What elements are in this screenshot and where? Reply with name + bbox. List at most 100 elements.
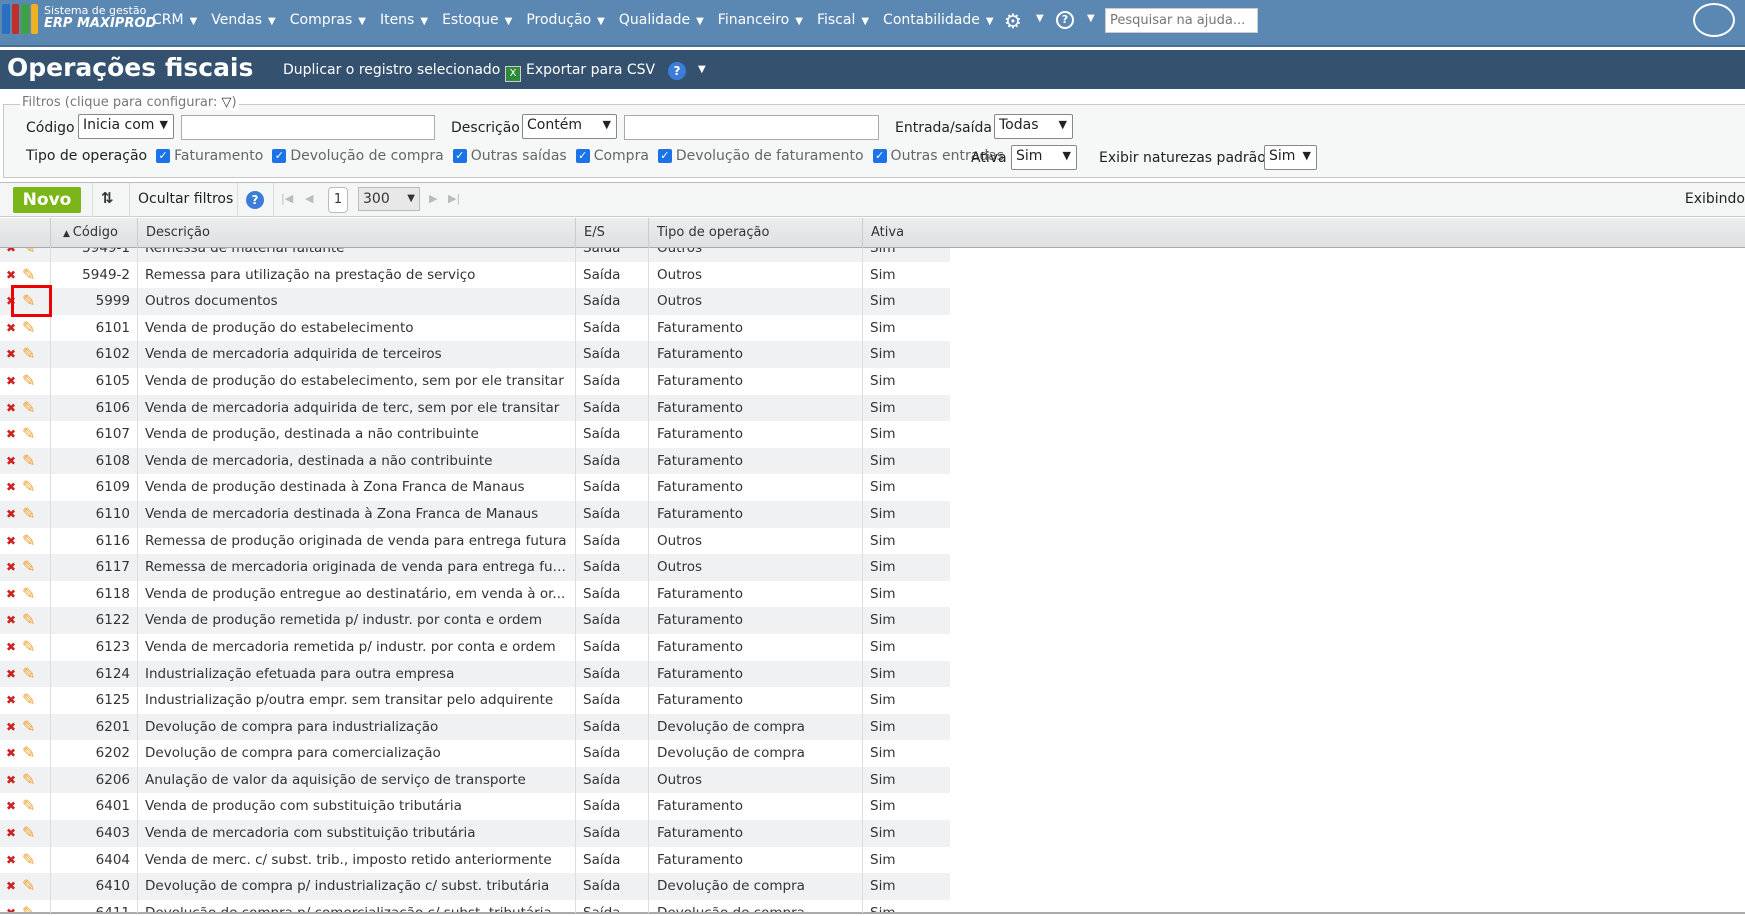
table-row[interactable]: ✖ ✎ 6102 Venda de mercadoria adquirida de t… (0, 341, 950, 368)
table-row[interactable]: ✖ ✎ 6124 Industrialização efetuada para out… (0, 660, 950, 688)
edit-pencil-icon[interactable]: ✎ (22, 767, 35, 794)
table-row[interactable]: ✖ ✎ 6117 Remessa de mercadoria originada de… (0, 554, 950, 581)
edit-pencil-icon[interactable]: ✎ (22, 607, 35, 634)
menu-vendas[interactable]: Vendas ▼ (211, 12, 275, 28)
table-row[interactable]: ✖ ✎ 6403 Venda de mercadoria com substituiç… (0, 820, 950, 847)
column-header-ativa[interactable]: Ativa (862, 218, 1745, 248)
table-row[interactable]: ✖ ✎ 6122 Venda de produção remetida p/ indu… (0, 607, 950, 634)
edit-pencil-icon[interactable]: ✎ (22, 421, 35, 448)
checkbox-tipo[interactable]: ✓ (156, 149, 171, 163)
column-header-descricao[interactable]: Descrição (137, 218, 575, 248)
table-row[interactable]: ✖ ✎ 6401 Venda de produção com substituição… (0, 793, 950, 821)
table-row[interactable]: ✖ ✎ 6116 Remessa de produção originada de v… (0, 527, 950, 555)
table-row[interactable]: ✖ ✎ 6201 Devolução de compra para industria… (0, 713, 950, 741)
delete-icon[interactable]: ✖ (6, 634, 16, 661)
edit-pencil-icon[interactable]: ✎ (22, 847, 35, 874)
menu-qualidade[interactable]: Qualidade ▼ (619, 12, 704, 28)
column-header-tipo[interactable]: Tipo de operação (648, 218, 862, 248)
table-row[interactable]: ✖ ✎ 6106 Venda de mercadoria adquirida de t… (0, 394, 950, 422)
checkbox-tipo[interactable]: ✓ (657, 149, 672, 163)
menu-produção[interactable]: Produção ▼ (526, 12, 605, 28)
table-row[interactable]: ✖ ✎ 6107 Venda de produção, destinada a não… (0, 421, 950, 448)
edit-pencil-icon[interactable]: ✎ (22, 820, 35, 847)
table-row[interactable]: ✖ ✎ 5949-2 Remessa para utilização na prest… (0, 261, 950, 289)
edit-pencil-icon[interactable]: ✎ (22, 581, 35, 608)
menu-financeiro[interactable]: Financeiro ▼ (718, 12, 803, 28)
help-icon[interactable]: ? (246, 191, 264, 209)
chevron-down-icon[interactable]: ▼ (1036, 13, 1044, 24)
edit-pencil-icon[interactable]: ✎ (22, 368, 35, 395)
gear-icon[interactable]: ⚙ (1004, 9, 1022, 33)
erp-logo-icon[interactable] (2, 4, 38, 34)
chevron-down-icon[interactable]: ▼ (698, 64, 706, 75)
delete-icon[interactable]: ✖ (6, 501, 16, 528)
page-number-input[interactable]: 1 (328, 187, 348, 213)
table-row[interactable]: ✖ ✎ 6108 Venda de mercadoria, destinada a n… (0, 447, 950, 475)
table-row[interactable]: ✖ ✎ 6410 Devolução de compra p/ industriali… (0, 873, 950, 900)
delete-icon[interactable]: ✖ (6, 474, 16, 501)
menu-compras[interactable]: Compras ▼ (290, 12, 366, 28)
table-row[interactable]: ✖ ✎ 6125 Industrialização p/outra empr. sem… (0, 687, 950, 714)
edit-pencil-icon[interactable]: ✎ (22, 687, 35, 714)
delete-icon[interactable]: ✖ (6, 607, 16, 634)
help-icon[interactable]: ? (668, 62, 686, 80)
delete-icon[interactable]: ✖ (6, 820, 16, 847)
menu-fiscal[interactable]: Fiscal ▼ (817, 12, 869, 28)
logo-text[interactable]: Sistema de gestão ERP MAXIPROD (44, 4, 156, 30)
table-row[interactable]: ✖ ✎ 6202 Devolução de compra para comercial… (0, 740, 950, 767)
delete-icon[interactable]: ✖ (6, 873, 16, 900)
column-header-codigo[interactable]: ▲ Código (50, 218, 138, 248)
edit-pencil-icon[interactable]: ✎ (22, 661, 35, 688)
edit-pencil-icon[interactable]: ✎ (22, 448, 35, 475)
menu-contabilidade[interactable]: Contabilidade ▼ (883, 12, 994, 28)
edit-pencil-icon[interactable]: ✎ (22, 793, 35, 820)
delete-icon[interactable]: ✖ (6, 448, 16, 475)
descricao-input[interactable] (624, 115, 879, 140)
next-page-icon[interactable]: ▶ (429, 192, 437, 205)
delete-icon[interactable]: ✖ (6, 341, 16, 368)
edit-pencil-icon[interactable]: ✎ (22, 634, 35, 661)
new-button[interactable]: Novo (13, 187, 81, 213)
codigo-mode-select[interactable]: Inicia com ▼ (78, 114, 174, 139)
checkbox-tipo[interactable]: ✓ (452, 149, 467, 163)
checkbox-tipo[interactable]: ✓ (272, 149, 287, 163)
delete-icon[interactable]: ✖ (6, 368, 16, 395)
delete-icon[interactable]: ✖ (6, 767, 16, 794)
table-row[interactable]: ✖ ✎ 6118 Venda de produção entregue ao dest… (0, 580, 950, 608)
naturezas-select[interactable]: Sim ▼ (1264, 145, 1317, 170)
codigo-input[interactable] (181, 115, 435, 140)
duplicate-record-button[interactable]: Duplicar o registro selecionado (283, 62, 500, 78)
delete-icon[interactable]: ✖ (6, 740, 16, 767)
delete-icon[interactable]: ✖ (6, 793, 16, 820)
help-icon[interactable]: ? (1056, 11, 1074, 29)
ativa-select[interactable]: Sim ▼ (1011, 145, 1077, 170)
help-search-input[interactable] (1105, 8, 1258, 33)
delete-icon[interactable]: ✖ (6, 661, 16, 688)
delete-icon[interactable]: ✖ (6, 847, 16, 874)
checkbox-tipo[interactable]: ✓ (575, 149, 590, 163)
delete-icon[interactable]: ✖ (6, 687, 16, 714)
entrada-saida-select[interactable]: Todas ▼ (994, 114, 1073, 139)
menu-estoque[interactable]: Estoque ▼ (442, 12, 512, 28)
menu-crm[interactable]: CRM ▼ (152, 12, 197, 28)
edit-pencil-icon[interactable]: ✎ (22, 714, 35, 741)
edit-pencil-icon[interactable]: ✎ (22, 873, 35, 900)
delete-icon[interactable]: ✖ (6, 395, 16, 422)
page-size-select[interactable]: 300 ▼ (358, 187, 420, 211)
delete-icon[interactable]: ✖ (6, 421, 16, 448)
edit-pencil-icon[interactable]: ✎ (22, 554, 35, 581)
checkbox-tipo[interactable]: ✓ (872, 149, 887, 163)
edit-pencil-icon[interactable]: ✎ (22, 740, 35, 767)
chevron-down-icon[interactable]: ▼ (1087, 13, 1095, 24)
table-row[interactable]: ✖ ✎ 6206 Anulação de valor da aquisição de … (0, 766, 950, 794)
table-row[interactable]: ✖ ✎ 6105 Venda de produção do estabelecimen… (0, 367, 950, 395)
edit-pencil-icon[interactable]: ✎ (22, 474, 35, 501)
delete-icon[interactable]: ✖ (6, 581, 16, 608)
delete-icon[interactable]: ✖ (6, 554, 16, 581)
table-row[interactable]: ✖ ✎ 5999 Outros documentos Saída Outros Sim (0, 288, 950, 315)
menu-itens[interactable]: Itens ▼ (380, 12, 428, 28)
refresh-icon[interactable]: ⇅ (101, 189, 114, 207)
prev-page-icon[interactable]: ◀ (305, 192, 313, 205)
delete-icon[interactable]: ✖ (6, 714, 16, 741)
descricao-mode-select[interactable]: Contém ▼ (522, 114, 617, 139)
